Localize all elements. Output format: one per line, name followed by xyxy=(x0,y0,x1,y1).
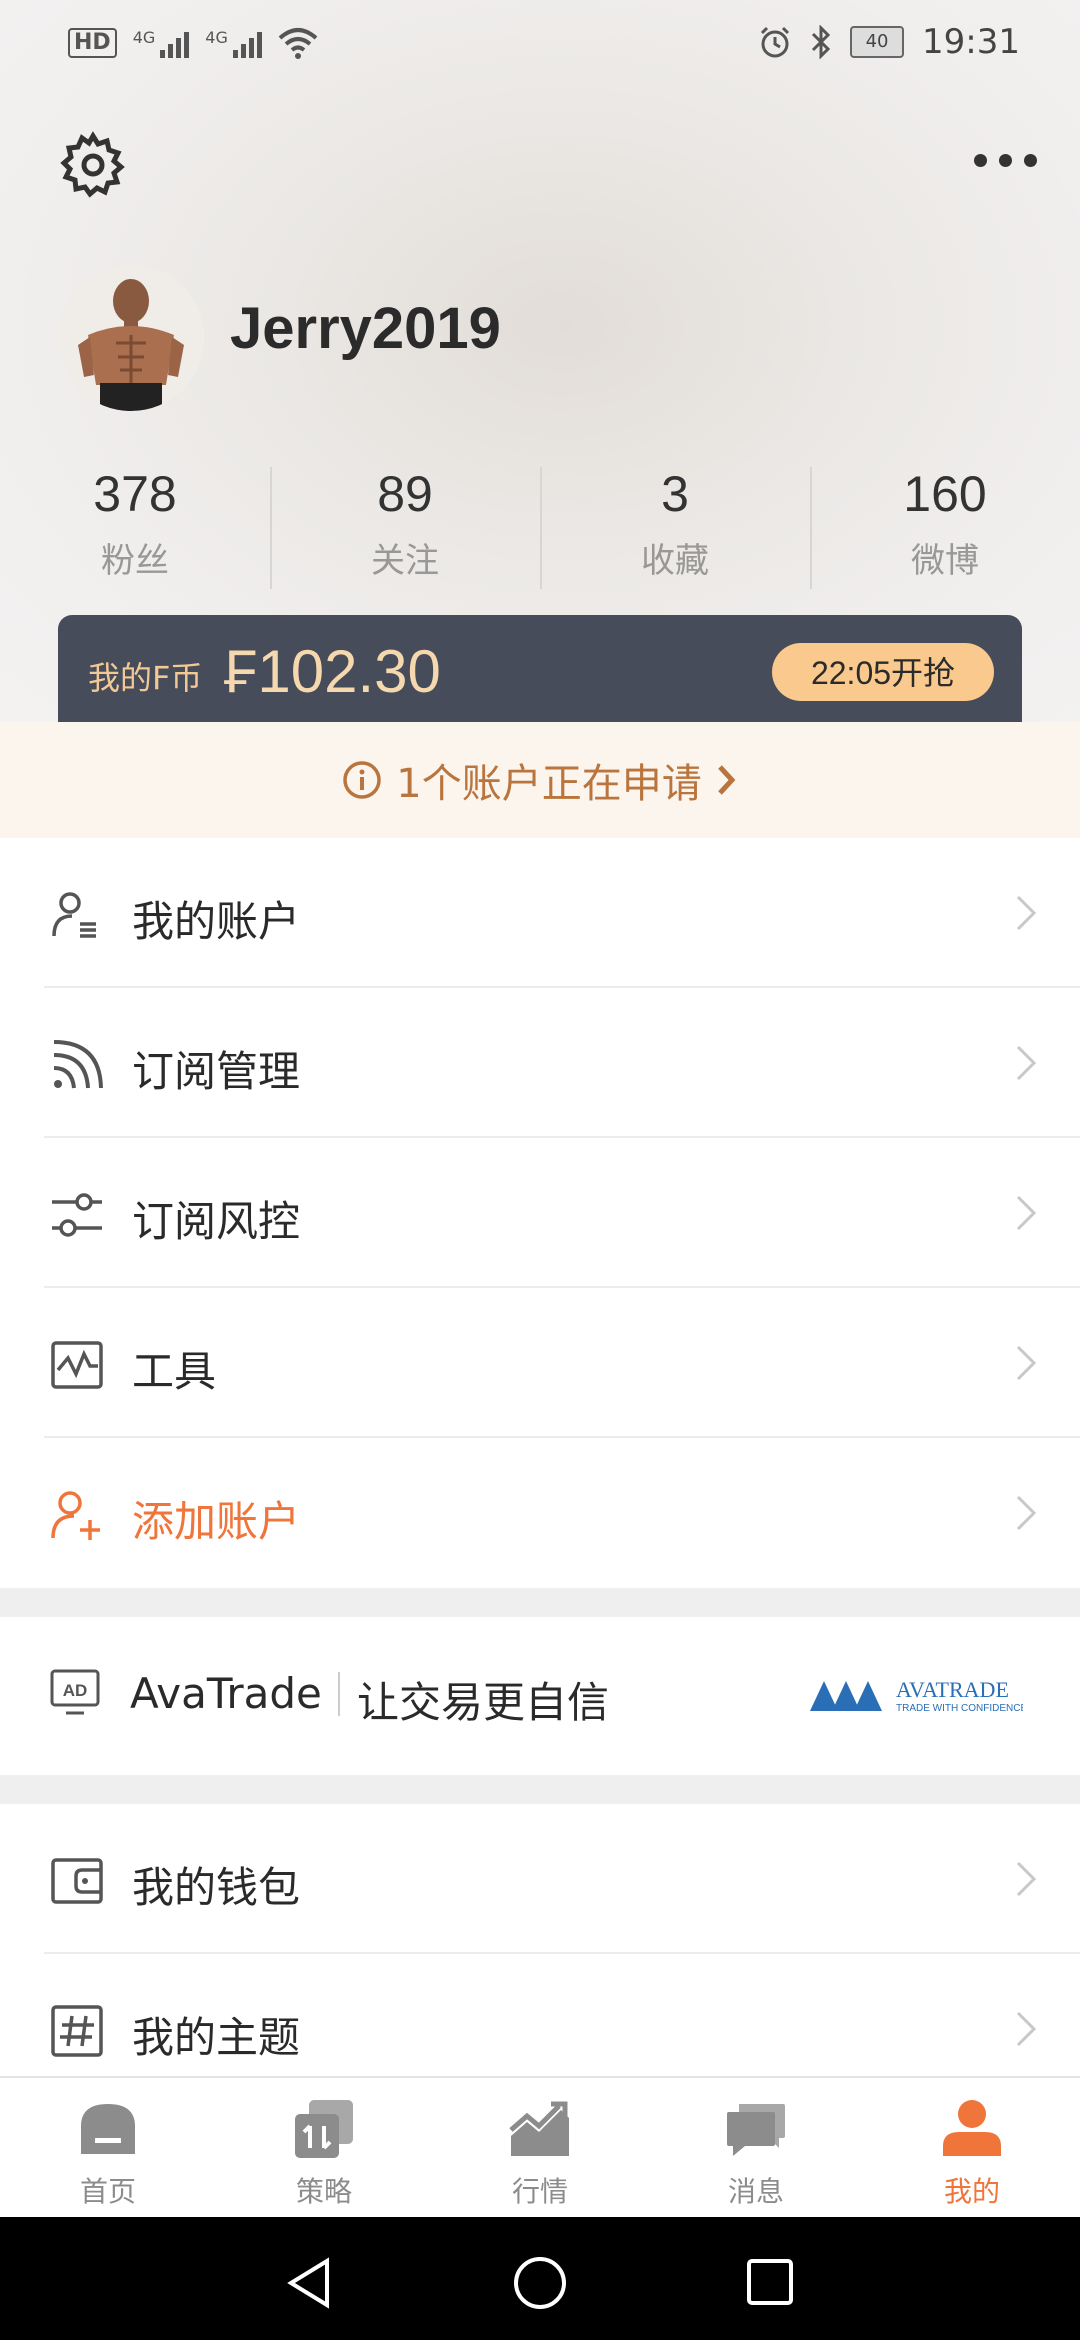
section-gap xyxy=(0,1588,1080,1617)
menu-item-my-account[interactable]: 我的账户 xyxy=(0,838,1080,988)
svg-text:TRADE WITH CONFIDENCE: TRADE WITH CONFIDENCE xyxy=(896,1703,1023,1714)
chevron-right-icon xyxy=(1016,1861,1037,1897)
info-icon xyxy=(343,761,382,799)
stat-value: 89 xyxy=(377,466,433,522)
coin-value: ₣102.30 xyxy=(224,638,441,705)
status-bar: HD 4G 4G 40 19:31 xyxy=(0,0,1080,92)
tab-market[interactable]: 行情 xyxy=(432,2078,648,2219)
avatar-image xyxy=(58,265,204,411)
menu-item-subscription-risk-control[interactable]: 订阅风控 xyxy=(0,1138,1080,1288)
avatrade-logo: AVATRADE TRADE WITH CONFIDENCE xyxy=(810,1677,1023,1714)
menu-item-subscription-management[interactable]: 订阅管理 xyxy=(0,988,1080,1138)
sliders-icon xyxy=(52,1193,102,1237)
menu-label: 我的账户 xyxy=(132,897,301,946)
wallet-icon xyxy=(51,1858,103,1904)
chevron-right-icon xyxy=(1016,895,1037,931)
menu-label: 工具 xyxy=(132,1347,217,1396)
add-user-icon xyxy=(51,1491,100,1540)
chart-tool-icon xyxy=(51,1341,103,1389)
stat-label: 收藏 xyxy=(641,541,709,581)
stat-value: 378 xyxy=(93,466,177,522)
stats-row: 378 粉丝 89 关注 3 收藏 160 微博 xyxy=(0,455,1080,595)
market-icon xyxy=(509,2101,569,2156)
system-navigation-bar xyxy=(0,2217,1080,2340)
tab-label: 消息 xyxy=(727,2175,784,2208)
menu-label: 添加账户 xyxy=(132,1497,301,1546)
tab-messages[interactable]: 消息 xyxy=(648,2078,864,2219)
chevron-right-icon xyxy=(1016,1195,1037,1231)
recents-icon[interactable] xyxy=(745,2257,795,2307)
menu-item-my-wallet[interactable]: 我的钱包 xyxy=(0,1804,1080,1954)
account-icon xyxy=(52,892,96,938)
tab-label: 首页 xyxy=(79,2175,136,2208)
ad-slogan: 让交易更自信 xyxy=(357,1678,610,1727)
signal-icon: 4G xyxy=(205,28,262,58)
coin-grab-button[interactable]: 22:05开抢 xyxy=(772,643,994,701)
message-icon xyxy=(727,2104,785,2156)
tab-home[interactable]: 首页 xyxy=(0,2078,216,2219)
chevron-right-icon xyxy=(1016,1345,1037,1381)
section-gap xyxy=(0,1775,1080,1804)
back-icon[interactable] xyxy=(285,2257,333,2309)
strategy-icon xyxy=(295,2100,353,2158)
account-application-notice[interactable]: 1个账户正在申请 xyxy=(0,722,1080,838)
clock: 19:31 xyxy=(922,22,1020,62)
avatar[interactable] xyxy=(58,265,204,411)
chevron-right-icon xyxy=(1016,2011,1037,2047)
rss-icon xyxy=(53,1040,103,1089)
tab-label: 行情 xyxy=(511,2175,568,2208)
ad-badge-text: AD xyxy=(63,1681,88,1700)
wifi-icon xyxy=(278,28,318,59)
stat-followers[interactable]: 378 粉丝 xyxy=(0,455,270,595)
svg-text:AVATRADE: AVATRADE xyxy=(896,1677,1009,1702)
menu-label: 订阅风控 xyxy=(132,1197,301,1246)
username: Jerry2019 xyxy=(230,296,501,361)
chevron-right-icon xyxy=(1016,1045,1037,1081)
tab-label: 我的 xyxy=(943,2175,1000,2208)
stat-favorites[interactable]: 3 收藏 xyxy=(540,455,810,595)
menu-label: 订阅管理 xyxy=(132,1047,301,1096)
hd-badge: HD xyxy=(68,28,117,58)
stat-value: 3 xyxy=(661,466,689,522)
ad-banner[interactable]: AD AvaTrade 让交易更自信 AVATRADE TRADE WITH C… xyxy=(0,1617,1080,1775)
ad-icon: AD xyxy=(50,1669,100,1715)
alarm-icon xyxy=(760,26,790,58)
stat-label: 微博 xyxy=(911,541,979,581)
chevron-right-icon xyxy=(1016,1495,1037,1531)
signal-icon: 4G xyxy=(133,28,190,58)
stat-value: 160 xyxy=(903,466,987,522)
notice-text: 1个账户正在申请 xyxy=(396,761,702,807)
menu-label: 我的钱包 xyxy=(132,1863,301,1912)
chevron-right-icon xyxy=(717,765,736,795)
coin-label: 我的F币 xyxy=(88,659,203,697)
menu-label: 我的主题 xyxy=(132,2013,301,2062)
stat-following[interactable]: 89 关注 xyxy=(270,455,540,595)
menu-item-tools[interactable]: 工具 xyxy=(0,1288,1080,1438)
stat-label: 关注 xyxy=(371,541,439,581)
tab-strategy[interactable]: 策略 xyxy=(216,2078,432,2219)
bluetooth-icon xyxy=(811,25,831,59)
stat-label: 粉丝 xyxy=(101,541,169,581)
home-circle-icon[interactable] xyxy=(512,2255,568,2311)
home-icon xyxy=(81,2104,135,2154)
tab-label: 策略 xyxy=(295,2175,352,2208)
menu-item-add-account[interactable]: 添加账户 xyxy=(0,1438,1080,1588)
stat-weibo[interactable]: 160 微博 xyxy=(810,455,1080,595)
more-options-icon[interactable] xyxy=(970,140,1040,180)
network-type: 4G xyxy=(132,28,156,47)
settings-gear-icon[interactable] xyxy=(58,130,128,200)
profile-icon xyxy=(943,2100,1001,2156)
bottom-tab-bar: 首页 策略 行情 消息 我的 xyxy=(0,2076,1080,2219)
tab-me[interactable]: 我的 xyxy=(864,2078,1080,2219)
network-type: 4G xyxy=(205,28,228,47)
coin-card[interactable]: 我的F币 ₣102.30 22:05开抢 xyxy=(58,615,1022,722)
ad-brand: AvaTrade xyxy=(130,1669,322,1718)
hashtag-icon xyxy=(51,2005,103,2057)
battery-indicator: 40 xyxy=(850,26,905,58)
